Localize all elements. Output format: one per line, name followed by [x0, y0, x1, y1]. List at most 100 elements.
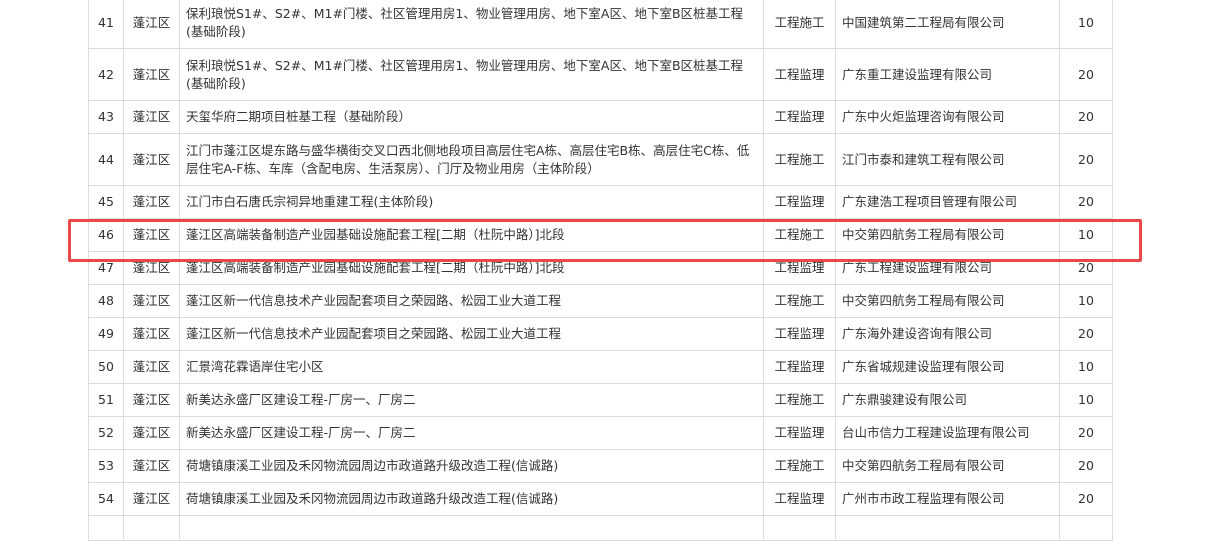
work-type-cell: 工程监理: [763, 48, 836, 101]
score-cell: 10: [1059, 350, 1113, 384]
project-name-cell: 新美达永盛厂区建设工程-厂房一、厂房二: [179, 416, 764, 450]
company-cell: 中交第四航务工程局有限公司: [835, 284, 1060, 318]
table-row: 49 蓬江区 蓬江区新一代信息技术产业园配套项目之荣园路、松园工业大道工程 工程…: [88, 317, 1113, 351]
district-cell: 蓬江区: [123, 100, 180, 134]
district-cell: 蓬江区: [123, 482, 180, 516]
district-cell: 蓬江区: [123, 416, 180, 450]
work-type-cell: 工程施工: [763, 133, 836, 186]
table-row: 44 蓬江区 江门市蓬江区堤东路与盛华横街交叉口西北侧地段项目高层住宅A栋、高层…: [88, 133, 1113, 186]
district-cell: 蓬江区: [123, 284, 180, 318]
table-row-highlighted: 46 蓬江区 蓬江区高端装备制造产业园基础设施配套工程[二期（杜阮中路）]北段 …: [88, 218, 1113, 252]
row-number: 48: [88, 284, 124, 318]
company-cell: 广东鼎骏建设有限公司: [835, 383, 1060, 417]
company-cell: 广东重工建设监理有限公司: [835, 48, 1060, 101]
district-cell: 蓬江区: [123, 185, 180, 219]
score-cell: 20: [1059, 317, 1113, 351]
row-number: 46: [88, 218, 124, 252]
work-type-cell: 工程监理: [763, 350, 836, 384]
score-cell: 20: [1059, 100, 1113, 134]
table-row: 53 蓬江区 荷塘镇康溪工业园及禾冈物流园周边市政道路升级改造工程(信诚路) 工…: [88, 449, 1113, 483]
work-type-cell: 工程监理: [763, 100, 836, 134]
row-number: 45: [88, 185, 124, 219]
work-type-cell: 工程施工: [763, 383, 836, 417]
work-type-cell: 工程监理: [763, 185, 836, 219]
project-name-cell: 蓬江区新一代信息技术产业园配套项目之荣园路、松园工业大道工程: [179, 317, 764, 351]
row-number: 53: [88, 449, 124, 483]
district-cell: 蓬江区: [123, 350, 180, 384]
project-name-cell: 天玺华府二期项目桩基工程（基础阶段）: [179, 100, 764, 134]
company-cell: 广东建浩工程项目管理有限公司: [835, 185, 1060, 219]
row-number: 44: [88, 133, 124, 186]
row-number: 47: [88, 251, 124, 285]
row-number: 42: [88, 48, 124, 101]
table-row: 52 蓬江区 新美达永盛厂区建设工程-厂房一、厂房二 工程监理 台山市信力工程建…: [88, 416, 1113, 450]
project-name-cell: 汇景湾花霖语岸住宅小区: [179, 350, 764, 384]
project-name-cell: 江门市白石唐氏宗祠异地重建工程(主体阶段): [179, 185, 764, 219]
results-table: 41 蓬江区 保利琅悦S1#、S2#、M1#门楼、社区管理用房1、物业管理用房、…: [88, 0, 1113, 541]
company-cell: 广东中火炬监理咨询有限公司: [835, 100, 1060, 134]
table-row: 50 蓬江区 汇景湾花霖语岸住宅小区 工程监理 广东省城规建设监理有限公司 10: [88, 350, 1113, 384]
row-number: 51: [88, 383, 124, 417]
company-cell: 广东海外建设咨询有限公司: [835, 317, 1060, 351]
work-type-cell: 工程监理: [763, 416, 836, 450]
table-row: 47 蓬江区 蓬江区高端装备制造产业园基础设施配套工程[二期（杜阮中路）]北段 …: [88, 251, 1113, 285]
district-cell: 蓬江区: [123, 449, 180, 483]
company-cell: 江门市泰和建筑工程有限公司: [835, 133, 1060, 186]
row-number: 50: [88, 350, 124, 384]
district-cell: 蓬江区: [123, 218, 180, 252]
score-cell: 10: [1059, 218, 1113, 252]
company-cell: 中交第四航务工程局有限公司: [835, 218, 1060, 252]
row-number: 49: [88, 317, 124, 351]
work-type-cell: 工程施工: [763, 0, 836, 49]
project-name-cell: 保利琅悦S1#、S2#、M1#门楼、社区管理用房1、物业管理用房、地下室A区、地…: [179, 0, 764, 49]
row-number: 43: [88, 100, 124, 134]
work-type-cell: 工程施工: [763, 449, 836, 483]
company-cell: 台山市信力工程建设监理有限公司: [835, 416, 1060, 450]
table-row-partial: [88, 515, 1113, 541]
district-cell: 蓬江区: [123, 251, 180, 285]
company-cell: 中交第四航务工程局有限公司: [835, 449, 1060, 483]
score-cell: 20: [1059, 482, 1113, 516]
district-cell: 蓬江区: [123, 133, 180, 186]
score-cell: 20: [1059, 48, 1113, 101]
work-type-cell: 工程监理: [763, 482, 836, 516]
company-cell: 广东工程建设监理有限公司: [835, 251, 1060, 285]
work-type-cell: 工程施工: [763, 284, 836, 318]
table-row: 51 蓬江区 新美达永盛厂区建设工程-厂房一、厂房二 工程施工 广东鼎骏建设有限…: [88, 383, 1113, 417]
company-cell: 广州市市政工程监理有限公司: [835, 482, 1060, 516]
row-number: 52: [88, 416, 124, 450]
district-cell: 蓬江区: [123, 48, 180, 101]
work-type-cell: 工程施工: [763, 218, 836, 252]
score-cell: 10: [1059, 383, 1113, 417]
table-row: 43 蓬江区 天玺华府二期项目桩基工程（基础阶段） 工程监理 广东中火炬监理咨询…: [88, 100, 1113, 134]
company-cell: 中国建筑第二工程局有限公司: [835, 0, 1060, 49]
table-row: 41 蓬江区 保利琅悦S1#、S2#、M1#门楼、社区管理用房1、物业管理用房、…: [88, 0, 1113, 49]
row-number: 41: [88, 0, 124, 49]
project-name-cell: 蓬江区高端装备制造产业园基础设施配套工程[二期（杜阮中路）]北段: [179, 218, 764, 252]
score-cell: 20: [1059, 449, 1113, 483]
project-name-cell: 蓬江区新一代信息技术产业园配套项目之荣园路、松园工业大道工程: [179, 284, 764, 318]
work-type-cell: 工程监理: [763, 251, 836, 285]
project-name-cell: 蓬江区高端装备制造产业园基础设施配套工程[二期（杜阮中路）]北段: [179, 251, 764, 285]
score-cell: 10: [1059, 284, 1113, 318]
district-cell: 蓬江区: [123, 383, 180, 417]
score-cell: 20: [1059, 185, 1113, 219]
score-cell: 10: [1059, 0, 1113, 49]
table-row: 54 蓬江区 荷塘镇康溪工业园及禾冈物流园周边市政道路升级改造工程(信诚路) 工…: [88, 482, 1113, 516]
table-row: 45 蓬江区 江门市白石唐氏宗祠异地重建工程(主体阶段) 工程监理 广东建浩工程…: [88, 185, 1113, 219]
table-row: 48 蓬江区 蓬江区新一代信息技术产业园配套项目之荣园路、松园工业大道工程 工程…: [88, 284, 1113, 318]
project-name-cell: 荷塘镇康溪工业园及禾冈物流园周边市政道路升级改造工程(信诚路): [179, 449, 764, 483]
project-name-cell: 荷塘镇康溪工业园及禾冈物流园周边市政道路升级改造工程(信诚路): [179, 482, 764, 516]
score-cell: 20: [1059, 251, 1113, 285]
table-row: 42 蓬江区 保利琅悦S1#、S2#、M1#门楼、社区管理用房1、物业管理用房、…: [88, 48, 1113, 101]
row-number: 54: [88, 482, 124, 516]
score-cell: 20: [1059, 416, 1113, 450]
district-cell: 蓬江区: [123, 0, 180, 49]
work-type-cell: 工程监理: [763, 317, 836, 351]
district-cell: 蓬江区: [123, 317, 180, 351]
project-name-cell: 新美达永盛厂区建设工程-厂房一、厂房二: [179, 383, 764, 417]
project-name-cell: 江门市蓬江区堤东路与盛华横街交叉口西北侧地段项目高层住宅A栋、高层住宅B栋、高层…: [179, 133, 764, 186]
project-name-cell: 保利琅悦S1#、S2#、M1#门楼、社区管理用房1、物业管理用房、地下室A区、地…: [179, 48, 764, 101]
score-cell: 20: [1059, 133, 1113, 186]
company-cell: 广东省城规建设监理有限公司: [835, 350, 1060, 384]
